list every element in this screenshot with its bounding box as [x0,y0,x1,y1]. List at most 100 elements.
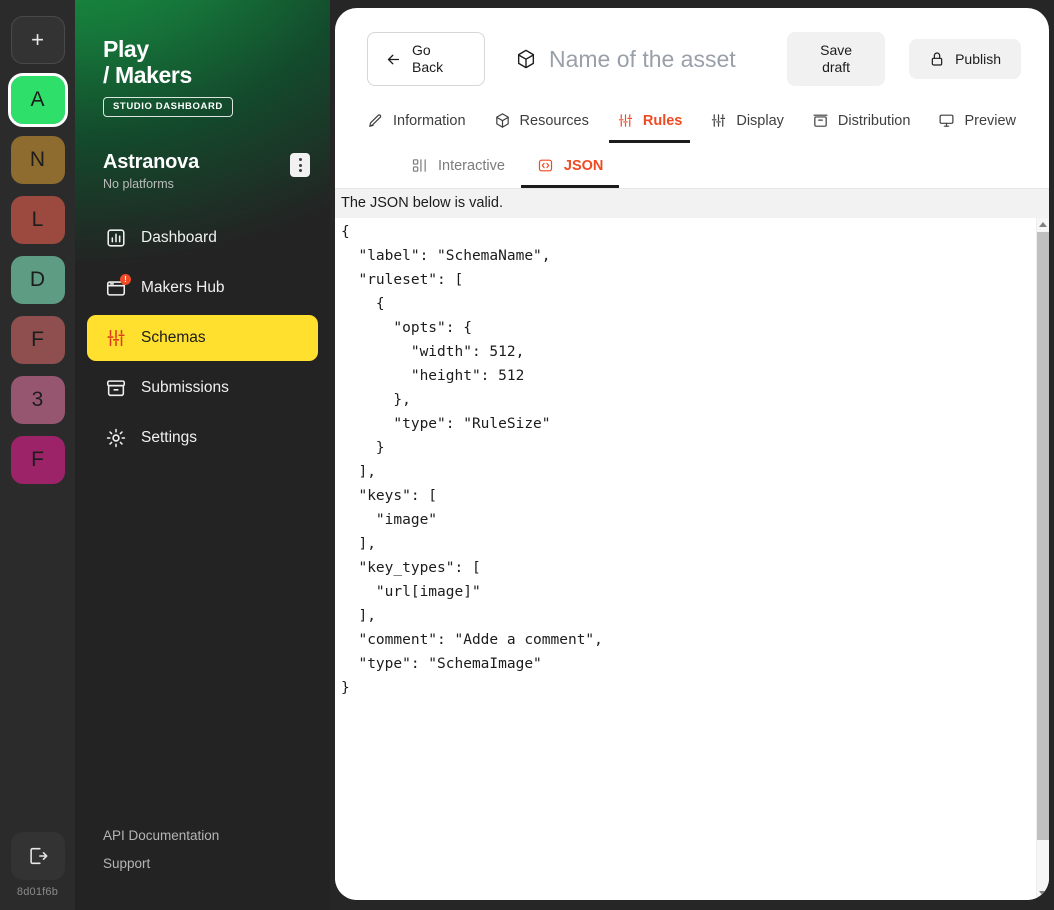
go-back-line-1: Go [412,42,431,59]
tab-label: Distribution [837,112,911,129]
json-code-area[interactable]: { "label": "SchemaName", "ruleset": [ { … [335,218,1036,900]
rail-footer: 8d01f6b [0,832,75,898]
publish-label: Publish [955,51,1001,67]
main-stage: Go Back Name of the asset Save draft Pub… [330,0,1054,910]
workspace-avatar-letter: F [31,328,44,351]
studio-dashboard-badge: STUDIO DASHBOARD [103,97,233,118]
save-draft-button[interactable]: Save draft [787,32,886,86]
asset-editor-card: Go Back Name of the asset Save draft Pub… [335,8,1049,900]
tab-resources[interactable]: Resources [480,102,603,143]
nodes-icon [412,159,426,172]
project-block: Astranova No platforms [103,151,330,191]
save-draft-line-2: draft [822,59,851,75]
brand-line-2: / Makers [103,62,192,89]
subtab-label: Interactive [438,157,505,174]
go-back-button[interactable]: Go Back [367,32,485,86]
workspace-avatar-list: A N L D F 3 F [7,73,68,496]
json-status-bar: The JSON below is valid. [335,188,1049,218]
workspace-avatar[interactable]: 3 [10,376,65,424]
sidebar-item-schemas[interactable]: Schemas [87,315,318,362]
asset-name-input[interactable]: Name of the asset [515,46,787,73]
sidebar-nav: Dashboard! Makers Hub Schemas Submission… [75,215,330,461]
sidebar-item-submissions[interactable]: Submissions [87,365,318,411]
sidebar-item-dashboard[interactable]: Dashboard [87,215,318,261]
secondary-tabs: Interactive JSON [335,147,1049,188]
cube-icon [517,49,535,69]
tab-label: Resources [519,112,589,129]
archive-box-icon-wrap [105,377,127,399]
workspace-avatar-letter: D [29,268,46,291]
arrow-left-icon [387,54,400,64]
gear-icon [106,429,126,448]
workspace-avatar-letter: L [31,208,44,231]
project-subtitle: No platforms [103,177,174,192]
tab-rules[interactable]: Rules [603,102,697,143]
cube-icon [495,113,509,128]
plus-icon: + [31,27,44,52]
tab-distribution[interactable]: Distribution [798,102,925,143]
go-back-label: Go Back [412,42,443,75]
json-editor: { "label": "SchemaName", "ruleset": [ { … [335,218,1049,900]
code-brackets-icon [538,159,553,172]
workspace-avatar-letter: N [29,148,46,171]
gear-icon-wrap [105,427,127,449]
sidebar-item-label: Settings [141,429,198,447]
sidebar-item-label: Schemas [141,329,206,347]
project-text: Astranova No platforms [103,151,290,191]
workspace-rail: + A N L D F 3 F 8d01f6b [0,0,75,910]
workspace-avatar[interactable]: A [7,73,68,127]
lock-icon [931,52,943,66]
kebab-menu-icon[interactable] [290,153,310,178]
scrollbar-thumb[interactable] [1037,232,1049,840]
workspace-avatar[interactable]: F [10,316,65,364]
tab-information[interactable]: Information [353,102,480,143]
sidebar-item-label: Dashboard [141,229,217,247]
workspace-avatar-letter: A [30,88,45,111]
sliders-icon [618,114,632,127]
publish-button[interactable]: Publish [909,39,1021,79]
scroll-down-arrow-icon[interactable] [1037,887,1049,900]
tab-preview[interactable]: Preview [924,102,1030,143]
sidebar-item-settings[interactable]: Settings [87,415,318,461]
sidebar-footer-links: API Documentation Support [103,828,219,884]
card-header: Go Back Name of the asset Save draft Pub… [335,8,1049,86]
logout-button[interactable] [10,832,65,880]
subtab-interactive[interactable]: Interactive [395,147,521,188]
box-icon [813,114,828,127]
app-root: + A N L D F 3 F 8d01f6b Play / Makers STUDIO D… [0,0,1054,910]
go-back-line-2: Back [412,59,444,75]
pencil-square-icon [369,114,382,127]
footer-link[interactable]: Support [103,856,219,871]
build-version: 8d01f6b [16,886,59,898]
workspace-avatar[interactable]: N [10,136,65,184]
footer-link[interactable]: API Documentation [103,828,219,843]
workspace-avatar-letter: 3 [31,388,44,411]
sidebar-item-label: Makers Hub [141,279,225,297]
subtab-label: JSON [563,157,604,174]
workspace-avatar[interactable]: L [10,196,65,244]
workspace-avatar[interactable]: D [10,256,65,304]
tab-label: Information [393,112,466,129]
workspace-avatar[interactable]: F [10,436,65,484]
sidebar: Play / Makers STUDIO DASHBOARD Astranova… [75,0,330,910]
monitor-icon [939,114,954,127]
sliders-alt-icon [712,114,726,127]
scroll-up-arrow-icon[interactable] [1037,218,1049,231]
logout-icon [29,847,47,865]
workspace-avatar-letter: F [31,448,44,471]
editor-scrollbar[interactable] [1036,218,1049,900]
tab-display[interactable]: Display [696,102,798,143]
notification-badge: ! [120,274,131,286]
browser-window-icon-wrap: ! [105,274,131,299]
tab-label: Rules [642,112,683,129]
save-draft-line-1: Save [820,42,853,59]
sidebar-item-label: Submissions [141,379,229,397]
chart-bars-icon [107,229,125,248]
chart-bars-icon-wrap [105,227,127,249]
sidebar-item-makers-hub[interactable]: ! Makers Hub [87,265,318,311]
brand-line-1: Play [103,36,149,62]
add-workspace-button[interactable]: + [10,16,65,64]
tab-label: Preview [964,112,1017,129]
subtab-json[interactable]: JSON [520,147,620,188]
asset-name-placeholder: Name of the asset [549,45,736,72]
